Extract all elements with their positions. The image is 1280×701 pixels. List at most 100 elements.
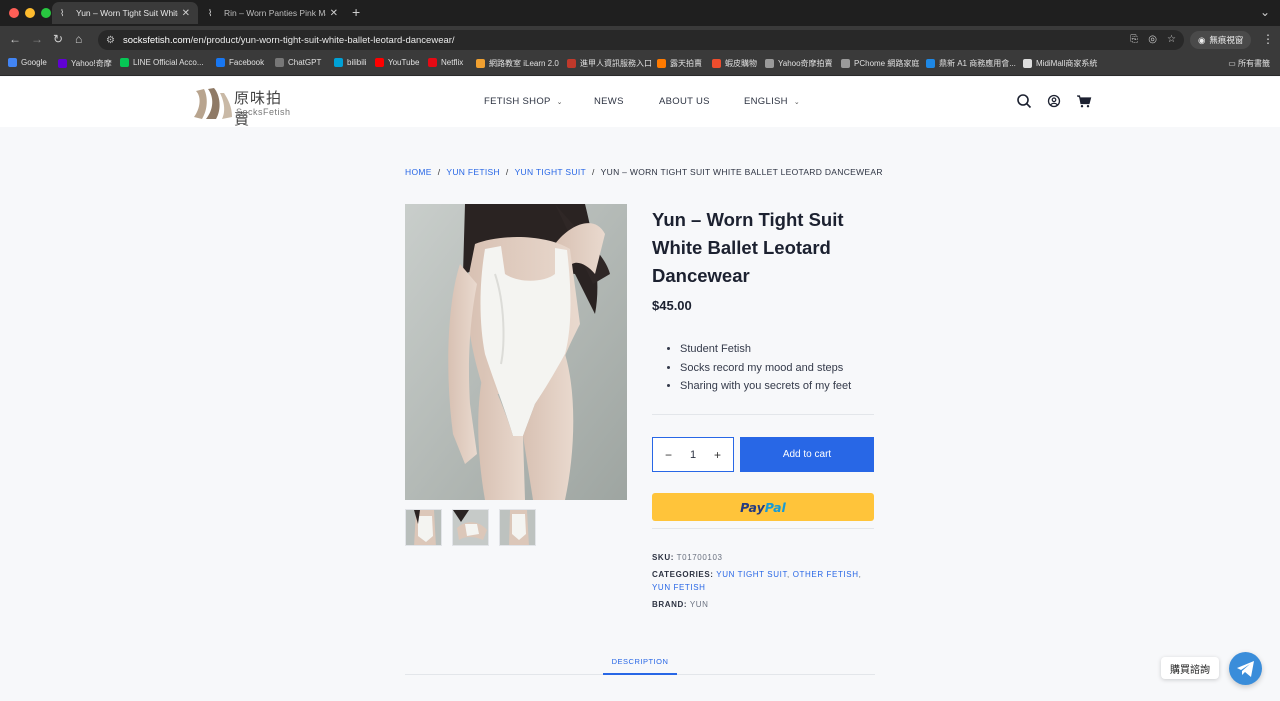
bookmark-label: LINE Official Acco... — [133, 58, 204, 67]
netflix-icon — [428, 58, 437, 67]
quantity-input[interactable]: 1 — [690, 449, 696, 461]
forward-arrow-icon[interactable]: → — [31, 32, 43, 46]
bookmark-star-icon[interactable]: ☆ — [1167, 34, 1176, 45]
tab-description[interactable]: DESCRIPTION — [603, 657, 677, 666]
reload-icon[interactable]: ↻ — [53, 32, 63, 46]
bookmark-item[interactable]: Yahoo奇摩拍賣 — [765, 58, 833, 69]
omnibox-actions: ⎘ ◎ ☆ — [1130, 34, 1176, 45]
category-link[interactable]: YUN TIGHT SUIT — [716, 570, 787, 579]
decrease-quantity-button[interactable]: − — [665, 448, 672, 462]
list-item: Sharing with you secrets of my feet — [680, 377, 851, 396]
bookmark-item[interactable]: 鼎新 A1 商務應用會... — [926, 58, 1016, 69]
breadcrumb-separator: / — [505, 167, 509, 177]
midimall-icon — [1023, 59, 1032, 68]
line-icon — [120, 58, 129, 67]
bookmark-item[interactable]: 露天拍賣 — [657, 58, 702, 69]
categories-label: CATEGORIES: — [652, 570, 714, 579]
bookmark-item[interactable]: Facebook — [216, 58, 264, 67]
all-bookmarks-folder[interactable]: ▭ 所有書籤 — [1228, 58, 1270, 69]
breadcrumb-separator: / — [437, 167, 441, 177]
bookmark-item[interactable]: 進甲人資訊服務入口 — [567, 58, 652, 69]
browser-tab-bar: ⌇ Yun – Worn Tight Suit White B ✕ ⌇ Rin … — [0, 0, 1280, 26]
bookmark-item[interactable]: Google — [8, 58, 47, 67]
browser-tab-active[interactable]: ⌇ Yun – Worn Tight Suit White B ✕ — [52, 2, 198, 24]
bookmark-item[interactable]: PChome 網路家庭 — [841, 58, 919, 69]
chatgpt-icon — [275, 58, 284, 67]
bookmark-label: Facebook — [229, 58, 265, 67]
bookmark-label: YouTube — [388, 58, 420, 67]
product-thumbnail[interactable] — [499, 509, 536, 546]
breadcrumb-home[interactable]: HOME — [405, 167, 432, 177]
bookmark-item[interactable]: MidiMall商家系統 — [1023, 58, 1097, 69]
product-thumbnail[interactable] — [452, 509, 489, 546]
translate-icon[interactable]: ⎘ — [1130, 34, 1138, 45]
thumbnail-image — [406, 510, 441, 545]
bookmark-item[interactable]: Netflix — [428, 58, 463, 67]
bookmark-item[interactable]: Yahoo!奇摩 — [58, 58, 112, 69]
breadcrumb-yun-fetish[interactable]: YUN FETISH — [446, 167, 500, 177]
close-tab-icon[interactable]: ✕ — [182, 8, 190, 19]
bookmark-item[interactable]: ChatGPT — [275, 58, 321, 67]
bookmark-item[interactable]: LINE Official Acco... — [120, 58, 204, 67]
google-icon — [8, 58, 17, 67]
eye-off-icon[interactable]: ◎ — [1148, 34, 1157, 45]
product-thumbnail[interactable] — [405, 509, 442, 546]
paypal-logo-part: Pal — [764, 499, 786, 515]
zoom-window-button[interactable] — [41, 8, 51, 18]
site-info-icon[interactable]: ⚙ — [106, 35, 115, 46]
tab-search-chevron-icon[interactable]: ⌄ — [1260, 5, 1270, 19]
paypal-button[interactable]: Pay Pal — [652, 493, 874, 521]
nav-label: FETISH SHOP — [484, 96, 551, 107]
bookmark-label: bilibili — [347, 58, 367, 67]
bookmark-label: 蝦皮購物 — [725, 59, 757, 68]
address-bar[interactable]: ⚙ socksfetish.com/en/product/yun-worn-ti… — [98, 30, 1184, 50]
site-favicon-icon: ⌇ — [208, 8, 213, 18]
bookmark-label: 進甲人資訊服務入口 — [580, 59, 652, 68]
bookmark-item[interactable]: YouTube — [375, 58, 419, 67]
paypal-logo-part: Pay — [740, 499, 765, 515]
category-link[interactable]: OTHER FETISH — [793, 570, 859, 579]
sku-label: SKU: — [652, 553, 674, 562]
nav-about-us[interactable]: ABOUT US — [659, 96, 710, 107]
cart-icon[interactable] — [1076, 93, 1092, 109]
bookmark-item[interactable]: 蝦皮購物 — [712, 58, 757, 69]
product-photo — [405, 204, 627, 500]
url-domain: socksfetish.com — [122, 34, 191, 46]
telegram-icon — [1237, 661, 1254, 677]
add-to-cart-button[interactable]: Add to cart — [740, 437, 874, 472]
chat-label[interactable]: 購買諮詢 — [1161, 657, 1219, 679]
site-logo[interactable]: 原味拍賣 SocksFetish — [192, 85, 292, 128]
account-icon[interactable] — [1046, 93, 1062, 109]
nav-label: ENGLISH — [744, 96, 788, 107]
nav-language[interactable]: ENGLISH ⌄ — [744, 96, 800, 107]
bookmarks-bar: ▭ 所有書籤 Google Yahoo!奇摩 LINE Official Acco.… — [0, 54, 1280, 76]
bookmark-item[interactable]: 網路教室 iLearn 2.0 — [476, 58, 559, 69]
telegram-chat-button[interactable] — [1229, 652, 1262, 685]
product-main-image[interactable] — [405, 204, 627, 500]
active-tab-indicator — [603, 673, 677, 675]
browser-tab[interactable]: ⌇ Rin – Worn Panties Pink Maid ✕ — [200, 2, 346, 24]
nav-label: ABOUT US — [659, 96, 710, 107]
minimize-window-button[interactable] — [25, 8, 35, 18]
chevron-down-icon: ⌄ — [556, 99, 563, 106]
nav-news[interactable]: NEWS — [594, 96, 624, 107]
close-window-button[interactable] — [9, 8, 19, 18]
ruten-icon — [657, 59, 666, 68]
back-arrow-icon[interactable]: ← — [9, 32, 21, 46]
increase-quantity-button[interactable]: + — [714, 448, 721, 462]
category-link[interactable]: YUN FETISH — [652, 583, 706, 592]
divider — [652, 528, 874, 529]
new-tab-icon[interactable]: + — [352, 4, 360, 20]
bookmark-item[interactable]: bilibili — [334, 58, 367, 67]
home-icon[interactable]: ⌂ — [75, 32, 82, 46]
search-icon[interactable] — [1016, 93, 1032, 109]
pchome-icon — [841, 59, 850, 68]
nav-fetish-shop[interactable]: FETISH SHOP ⌄ — [484, 96, 563, 107]
site-favicon-icon: ⌇ — [60, 8, 65, 18]
close-tab-icon[interactable]: ✕ — [330, 8, 338, 19]
more-menu-icon[interactable]: ⋮ — [1262, 32, 1274, 46]
url-path: /en/product/yun-worn-tight-suit-white-ba… — [190, 34, 455, 46]
youtube-icon — [375, 58, 384, 67]
breadcrumb-yun-tight-suit[interactable]: YUN TIGHT SUIT — [515, 167, 586, 177]
incognito-badge[interactable]: ◉ 無痕視窗 — [1190, 31, 1252, 49]
